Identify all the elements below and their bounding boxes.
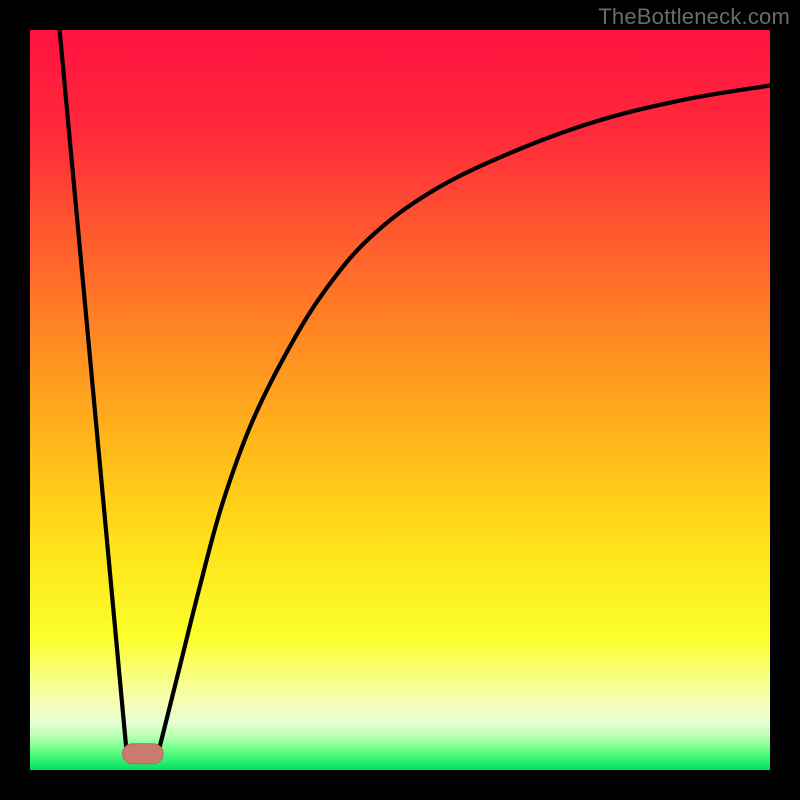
- chart-stage: TheBottleneck.com: [0, 0, 800, 800]
- optimal-marker: [123, 744, 164, 764]
- plot-background: [30, 30, 770, 770]
- watermark-label: TheBottleneck.com: [598, 4, 790, 30]
- chart-svg: [0, 0, 800, 800]
